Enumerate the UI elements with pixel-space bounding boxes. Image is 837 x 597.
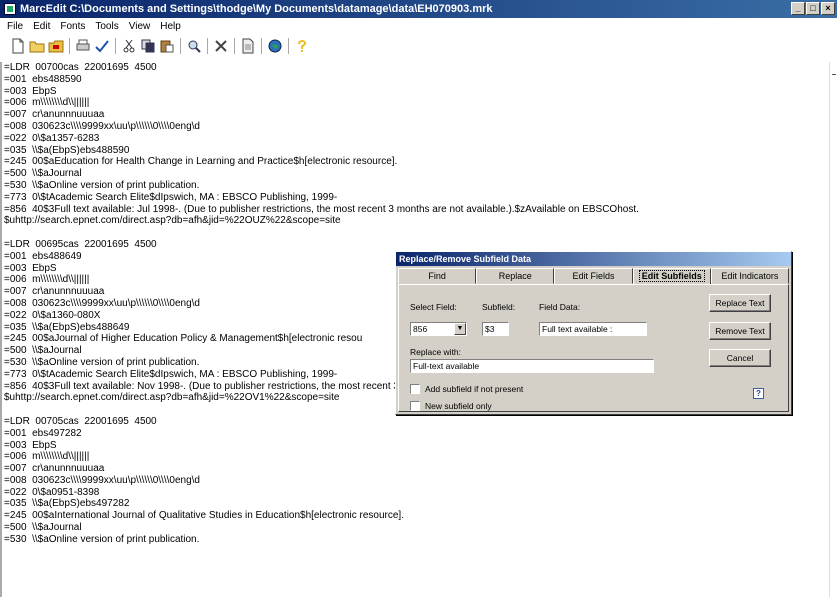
- help-icon[interactable]: [294, 38, 310, 54]
- dialog-tabs: Find Replace Edit Fields Edit Subfields …: [398, 268, 790, 285]
- toolbar-separator: [261, 38, 262, 54]
- toolbar-separator: [69, 38, 70, 54]
- menu-file[interactable]: File: [2, 21, 28, 32]
- new-file-icon[interactable]: [10, 38, 26, 54]
- record-line[interactable]: =001 ebs497282: [2, 428, 829, 440]
- menu-tools[interactable]: Tools: [90, 21, 123, 32]
- tab-find[interactable]: Find: [398, 268, 477, 284]
- spellcheck-icon[interactable]: [94, 38, 110, 54]
- record-line[interactable]: =035 \\$a(EbpS)ebs497282: [2, 498, 829, 510]
- record-line[interactable]: =856 40$3Full text available: Jul 1998-.…: [2, 204, 829, 216]
- toolbar-separator: [234, 38, 235, 54]
- tab-edit-indicators[interactable]: Edit Indicators: [710, 268, 790, 284]
- menu-view[interactable]: View: [124, 21, 156, 32]
- replace-text-button[interactable]: Replace Text: [709, 294, 771, 312]
- paste-icon[interactable]: [159, 38, 175, 54]
- record-line[interactable]: =LDR 00695cas 22001695 4500: [2, 239, 829, 251]
- record-line[interactable]: =008 030623c\\\\9999xx\uu\p\\\\\\0\\\\0e…: [2, 475, 829, 487]
- toolbar: [0, 34, 837, 58]
- record-line[interactable]: =245 00$aEducation for Health Change in …: [2, 156, 829, 168]
- editor-scrollbar[interactable]: [829, 62, 837, 597]
- replace-remove-subfield-dialog: Replace/Remove Subfield Data Find Replac…: [395, 251, 792, 415]
- record-line[interactable]: =006 m\\\\\\\\d\\||||||: [2, 451, 829, 463]
- find-icon[interactable]: [186, 38, 202, 54]
- record-line[interactable]: =530 \\$aOnline version of print publica…: [2, 180, 829, 192]
- toolbar-separator: [288, 38, 289, 54]
- record-line[interactable]: $uhttp://search.epnet.com/direct.asp?db=…: [2, 215, 829, 227]
- add-subfield-label: Add subfield if not present: [425, 384, 524, 394]
- save-icon[interactable]: [48, 38, 64, 54]
- select-field-label: Select Field:: [410, 302, 457, 312]
- menu-bar: File Edit Fonts Tools View Help: [0, 18, 837, 34]
- menu-help[interactable]: Help: [155, 21, 186, 32]
- field-data-input[interactable]: Full text available :: [539, 322, 647, 336]
- cancel-button[interactable]: Cancel: [709, 349, 771, 367]
- record-line[interactable]: =LDR 00705cas 22001695 4500: [2, 416, 829, 428]
- record-line[interactable]: =035 \\$a(EbpS)ebs488590: [2, 145, 829, 157]
- record-line[interactable]: =003 EbpS: [2, 86, 829, 98]
- select-field-dropdown[interactable]: 856 ▼: [410, 322, 467, 336]
- window-title: MarcEdit C:\Documents and Settings\thodg…: [20, 3, 493, 15]
- record-line[interactable]: =500 \\$aJournal: [2, 522, 829, 534]
- record-line[interactable]: =022 0\$a0951-8398: [2, 487, 829, 499]
- subfield-input[interactable]: $3: [482, 322, 509, 336]
- record-line[interactable]: =530 \\$aOnline version of print publica…: [2, 534, 829, 546]
- replace-with-label: Replace with:: [410, 347, 462, 357]
- open-folder-icon[interactable]: [29, 38, 45, 54]
- close-button[interactable]: ×: [821, 2, 835, 15]
- new-subfield-only-label: New subfield only: [425, 401, 492, 411]
- toolbar-separator: [180, 38, 181, 54]
- dialog-title: Replace/Remove Subfield Data: [396, 252, 791, 266]
- globe-icon[interactable]: [267, 38, 283, 54]
- tab-edit-subfields[interactable]: Edit Subfields: [632, 268, 711, 285]
- field-data-label: Field Data:: [539, 302, 581, 312]
- cut-icon[interactable]: [121, 38, 137, 54]
- menu-fonts[interactable]: Fonts: [55, 21, 90, 32]
- print-icon[interactable]: [75, 38, 91, 54]
- new-subfield-only-checkbox[interactable]: [410, 401, 420, 411]
- add-subfield-checkbox[interactable]: [410, 384, 420, 394]
- copy-icon[interactable]: [140, 38, 156, 54]
- maximize-button[interactable]: □: [806, 2, 820, 15]
- edit-subfields-panel: Select Field: Subfield: Field Data: 856 …: [398, 284, 789, 412]
- record-line[interactable]: =022 0\$a1357-6283: [2, 133, 829, 145]
- record-line[interactable]: =008 030623c\\\\9999xx\uu\p\\\\\\0\\\\0e…: [2, 121, 829, 133]
- document-icon[interactable]: [240, 38, 256, 54]
- menu-edit[interactable]: Edit: [28, 21, 55, 32]
- record-line[interactable]: =001 ebs488590: [2, 74, 829, 86]
- record-line[interactable]: =LDR 00700cas 22001695 4500: [2, 62, 829, 74]
- tab-replace[interactable]: Replace: [476, 268, 555, 284]
- help-icon[interactable]: ?: [753, 388, 764, 399]
- minimize-button[interactable]: _: [791, 2, 805, 15]
- record-line[interactable]: =773 0\$tAcademic Search Elite$dIpswich,…: [2, 192, 829, 204]
- record-line[interactable]: =500 \\$aJournal: [2, 168, 829, 180]
- toolbar-separator: [115, 38, 116, 54]
- chevron-down-icon: ▼: [454, 323, 466, 335]
- subfield-label: Subfield:: [482, 302, 516, 312]
- record-separator: [2, 227, 829, 239]
- title-bar: MarcEdit C:\Documents and Settings\thodg…: [0, 0, 837, 18]
- tab-edit-fields[interactable]: Edit Fields: [554, 268, 633, 284]
- record-line[interactable]: =007 cr\anunnnuuuaa: [2, 109, 829, 121]
- toolbar-separator: [207, 38, 208, 54]
- delete-icon[interactable]: [213, 38, 229, 54]
- record-line[interactable]: =245 00$aInternational Journal of Qualit…: [2, 510, 829, 522]
- marcedit-app-icon: [4, 3, 16, 15]
- remove-text-button[interactable]: Remove Text: [709, 322, 771, 340]
- record-line[interactable]: =003 EbpS: [2, 440, 829, 452]
- replace-with-input[interactable]: Full-text available: [410, 359, 654, 373]
- record-line[interactable]: =006 m\\\\\\\\d\\||||||: [2, 97, 829, 109]
- window-controls: _ □ ×: [791, 2, 835, 15]
- record-line[interactable]: =007 cr\anunnnuuuaa: [2, 463, 829, 475]
